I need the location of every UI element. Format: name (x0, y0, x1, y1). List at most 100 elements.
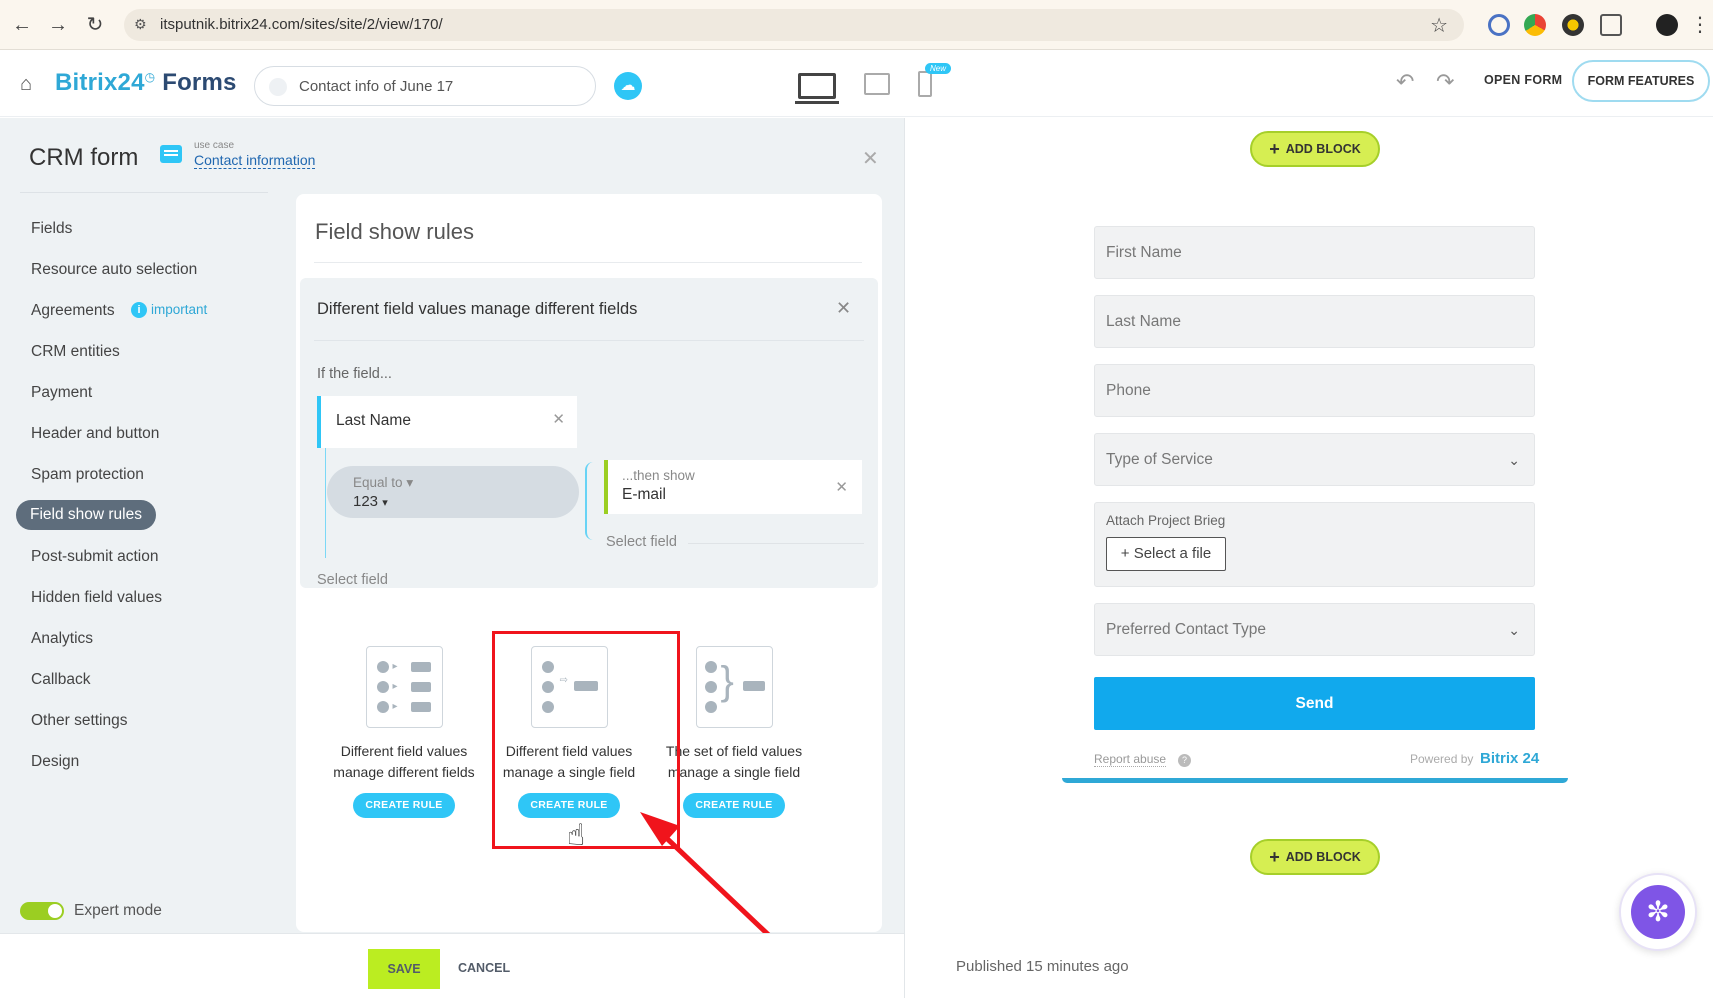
address-bar[interactable]: ⚙ itsputnik.bitrix24.com/sites/site/2/vi… (124, 9, 1464, 41)
condition-value[interactable]: 123 ▾ (353, 493, 388, 510)
panel-title: CRM form (29, 144, 139, 171)
form-name-field[interactable]: Contact info of June 17 (254, 66, 596, 106)
last-name-field[interactable]: Last Name (1094, 295, 1535, 348)
menu-item-analytics[interactable]: Analytics (31, 630, 93, 648)
forward-icon[interactable]: → (46, 13, 70, 37)
chevron-down-icon: ⌄ (1508, 452, 1520, 468)
then-show-selector[interactable]: ...then show E-mail ✕ (604, 460, 862, 514)
remove-rule-icon[interactable]: ✕ (836, 298, 851, 319)
field-placeholder: First Name (1106, 244, 1182, 261)
if-field-value: Last Name (336, 412, 411, 429)
set-rule-icon: } (695, 646, 773, 728)
info-icon: i (131, 302, 147, 318)
add-block-button[interactable]: + ADD BLOCK (1250, 839, 1380, 875)
menu-item-design[interactable]: Design (31, 753, 79, 771)
add-block-label: ADD BLOCK (1285, 850, 1361, 864)
menu-item-agreements[interactable]: Agreements (31, 302, 115, 320)
menu-item-field-show-rules[interactable]: Field show rules (16, 500, 156, 530)
if-field-selector[interactable]: Last Name ✕ (317, 396, 577, 448)
select-field-link[interactable]: Select field (606, 534, 677, 550)
save-button[interactable]: SAVE (368, 949, 440, 989)
extension-icon[interactable] (1562, 14, 1584, 36)
close-panel-icon[interactable]: ✕ (862, 146, 879, 171)
brand-name: Bitrix24 (55, 69, 145, 96)
select-file-label: Select a file (1133, 545, 1212, 562)
menu-item-callback[interactable]: Callback (31, 671, 90, 689)
send-button[interactable]: Send (1094, 677, 1535, 730)
condition-value-text: 123 (353, 493, 379, 510)
settings-panel: CRM form use case Contact information ✕ … (0, 118, 904, 933)
field-placeholder: Phone (1106, 382, 1151, 399)
cancel-button[interactable]: CANCEL (458, 961, 510, 975)
menu-item-header-and-button[interactable]: Header and button (31, 425, 159, 443)
back-icon[interactable]: ← (10, 13, 34, 37)
plus-icon: + (1269, 139, 1280, 159)
undo-icon[interactable]: ↶ (1396, 69, 1414, 95)
type-of-service-select[interactable]: Type of Service ⌄ (1094, 433, 1535, 486)
plus-icon: + (1269, 847, 1280, 867)
condition-operator-text: Equal to (353, 475, 403, 490)
select-field-link[interactable]: Select field (317, 572, 388, 588)
new-badge: New (925, 63, 952, 74)
profile-avatar[interactable] (1656, 14, 1678, 36)
extensions-puzzle-icon[interactable] (1600, 14, 1622, 36)
connector-line (325, 448, 326, 558)
attach-label: Attach Project Brieg (1106, 513, 1226, 528)
menu-item-post-submit-action[interactable]: Post-submit action (31, 548, 159, 566)
powered-brand-logo[interactable]: Bitrix 24 (1480, 750, 1539, 767)
condition-selector[interactable]: Equal to ▾ 123 ▾ (327, 466, 579, 518)
browser-menu-icon[interactable]: ⋮ (1690, 13, 1710, 37)
expert-mode-label: Expert mode (74, 902, 162, 919)
form-features-button[interactable]: FORM FEATURES (1572, 60, 1710, 102)
cloud-sync-icon[interactable]: ☁ (614, 72, 642, 100)
menu-item-other-settings[interactable]: Other settings (31, 712, 128, 730)
assistant-button[interactable]: ✼ (1619, 873, 1697, 951)
create-rule-button[interactable]: CREATE RULE (683, 793, 785, 818)
create-rule-button[interactable]: CREATE RULE (353, 793, 455, 818)
report-abuse-link[interactable]: Report abuse (1094, 752, 1167, 767)
condition-operator[interactable]: Equal to ▾ (353, 475, 413, 491)
mobile-view-icon[interactable] (918, 71, 932, 97)
expert-mode-toggle[interactable] (20, 902, 64, 920)
extension-1password-icon[interactable] (1488, 14, 1510, 36)
add-block-label: ADD BLOCK (1285, 142, 1361, 156)
chevron-down-icon: ▾ (406, 475, 414, 490)
form-bottom-border (1062, 778, 1568, 783)
menu-item-resource-auto-selection[interactable]: Resource auto selection (31, 261, 197, 279)
template-description: Different field values manage different f… (333, 743, 475, 780)
hand-cursor-icon: ☝ (567, 819, 586, 852)
rules-title: Field show rules (315, 219, 474, 244)
footer-bar: SAVE CANCEL (0, 933, 904, 998)
add-block-button[interactable]: + ADD BLOCK (1250, 131, 1380, 167)
extension-chrome-icon[interactable] (1524, 14, 1546, 36)
select-file-button[interactable]: + Select a file (1106, 537, 1226, 571)
reload-icon[interactable]: ↻ (83, 13, 107, 37)
redo-icon[interactable]: ↷ (1436, 69, 1454, 95)
use-case-link[interactable]: Contact information (194, 152, 316, 169)
highlight-annotation-box (492, 631, 680, 849)
app-header: ⌂ Bitrix24◷ Forms Contact info of June 1… (0, 51, 1713, 117)
plus-icon: + (1120, 545, 1130, 562)
menu-item-fields[interactable]: Fields (31, 220, 72, 238)
phone-field[interactable]: Phone (1094, 364, 1535, 417)
menu-item-spam-protection[interactable]: Spam protection (31, 466, 144, 484)
bracket-connector (585, 462, 595, 540)
tablet-view-icon[interactable] (864, 73, 890, 95)
home-icon[interactable]: ⌂ (20, 73, 32, 96)
site-info-icon[interactable]: ⚙ (134, 16, 147, 33)
first-name-field[interactable]: First Name (1094, 226, 1535, 279)
form-name-text: Contact info of June 17 (299, 78, 454, 95)
important-badge[interactable]: important (151, 302, 207, 317)
menu-item-crm-entities[interactable]: CRM entities (31, 343, 120, 361)
clear-icon[interactable]: ✕ (835, 478, 848, 496)
menu-item-hidden-field-values[interactable]: Hidden field values (31, 589, 162, 607)
url-text[interactable]: itsputnik.bitrix24.com/sites/site/2/view… (160, 16, 443, 33)
menu-item-payment[interactable]: Payment (31, 384, 92, 402)
clear-icon[interactable]: ✕ (552, 410, 565, 428)
help-icon[interactable]: ? (1178, 754, 1191, 767)
preferred-contact-select[interactable]: Preferred Contact Type ⌄ (1094, 603, 1535, 656)
desktop-view-icon[interactable] (795, 73, 839, 104)
brand-logo[interactable]: Bitrix24◷ Forms (55, 69, 237, 97)
open-form-button[interactable]: OPEN FORM (1484, 73, 1562, 87)
bookmark-star-icon[interactable]: ☆ (1430, 13, 1448, 38)
